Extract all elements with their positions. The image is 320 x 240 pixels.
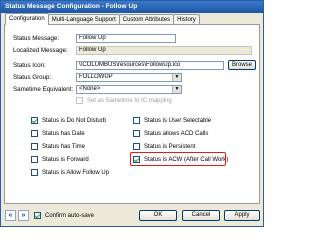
sametime-equivalent-label: Sametime Equivalent: bbox=[13, 86, 74, 93]
checkbox-has-date[interactable]: Status has Date bbox=[31, 130, 85, 137]
configuration-panel: Status Message: Follow Up Localized Mess… bbox=[4, 24, 260, 204]
next-arrows-icon[interactable]: » bbox=[18, 210, 29, 221]
checkbox-box[interactable] bbox=[34, 212, 41, 219]
checkbox-label: Status allows ACD Calls bbox=[144, 130, 209, 137]
checkbox-has-time[interactable]: Status has Time bbox=[31, 143, 85, 150]
apply-button[interactable]: Apply bbox=[224, 210, 260, 221]
status-message-input[interactable]: Follow Up bbox=[76, 34, 176, 43]
localized-message-field: Follow Up bbox=[76, 46, 252, 55]
checkbox-label: Status has Date bbox=[42, 130, 85, 137]
checkbox-label: Status is Do Not Disturb bbox=[42, 117, 107, 124]
localized-message-label: Localized Message: bbox=[13, 47, 68, 54]
sametime-equivalent-select[interactable]: <None> ▼ bbox=[76, 85, 182, 94]
status-group-value: FOLLOWUP bbox=[79, 74, 113, 80]
cancel-button[interactable]: Cancel bbox=[182, 210, 220, 221]
sametime-equivalent-value: <None> bbox=[79, 86, 101, 92]
chevron-down-icon: ▼ bbox=[172, 74, 181, 81]
chevron-down-icon: ▼ bbox=[172, 86, 181, 93]
confirm-auto-save-checkbox[interactable]: Confirm auto-save bbox=[34, 212, 94, 219]
checkbox-box[interactable] bbox=[133, 130, 140, 137]
status-group-select[interactable]: FOLLOWUP ▼ bbox=[76, 73, 182, 82]
window-title: Status Message Configuration - Follow Up bbox=[1, 1, 263, 13]
browse-button[interactable]: Browse bbox=[228, 60, 256, 70]
checkbox-box[interactable] bbox=[31, 130, 38, 137]
checkbox-box[interactable] bbox=[133, 117, 140, 124]
dialog-window: Status Message Configuration - Follow Up… bbox=[0, 0, 264, 227]
checkbox-box[interactable] bbox=[133, 143, 140, 150]
status-icon-label: Status Icon: bbox=[13, 62, 46, 69]
status-group-label: Status Group: bbox=[13, 74, 52, 81]
checkbox-user-selectable[interactable]: Status is User Selectable bbox=[133, 117, 211, 124]
status-icon-path-input[interactable]: \\COLUMBUS\resources\FollowUp.ico bbox=[76, 61, 224, 70]
checkbox-label: Status is Forward bbox=[42, 156, 89, 163]
sametime-mapping-label: Set as Sametime to IC mapping bbox=[87, 97, 172, 104]
checkbox-allows-acd-calls[interactable]: Status allows ACD Calls bbox=[133, 130, 208, 137]
ok-button[interactable]: OK bbox=[139, 210, 177, 221]
acw-highlight-annotation bbox=[130, 152, 226, 166]
previous-arrows-icon[interactable]: « bbox=[5, 210, 16, 221]
status-message-label: Status Message: bbox=[13, 35, 60, 42]
checkbox-box bbox=[76, 97, 83, 104]
checkbox-box[interactable] bbox=[31, 143, 38, 150]
tab-configuration[interactable]: Configuration bbox=[5, 13, 49, 25]
checkbox-label: Status is User Selectable bbox=[144, 117, 212, 124]
checkbox-box[interactable] bbox=[31, 169, 38, 176]
checkbox-label: Status is Persistent bbox=[144, 143, 196, 150]
checkbox-box[interactable] bbox=[31, 156, 38, 163]
checkbox-label: Status has Time bbox=[42, 143, 86, 150]
confirm-auto-save-label: Confirm auto-save bbox=[45, 212, 95, 219]
checkbox-persistent[interactable]: Status is Persistent bbox=[133, 143, 195, 150]
checkbox-allow-follow-up[interactable]: Status is Allow Follow Up bbox=[31, 169, 109, 176]
checkbox-do-not-disturb[interactable]: Status is Do Not Disturb bbox=[31, 117, 106, 124]
checkbox-box[interactable] bbox=[31, 117, 38, 124]
checkbox-forward[interactable]: Status is Forward bbox=[31, 156, 89, 163]
sametime-mapping-checkbox: Set as Sametime to IC mapping bbox=[76, 97, 172, 104]
checkbox-label: Status is Allow Follow Up bbox=[42, 169, 110, 176]
